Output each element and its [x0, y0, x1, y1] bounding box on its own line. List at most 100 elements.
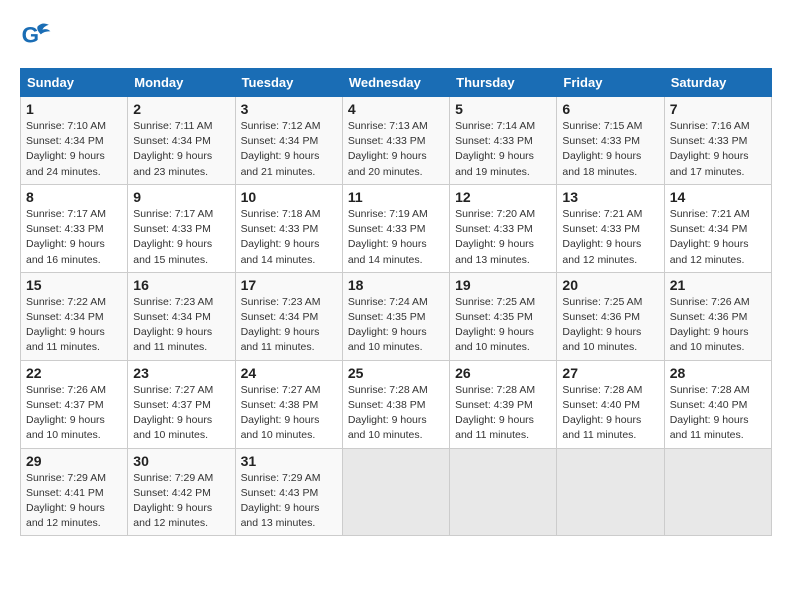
header-saturday: Saturday — [664, 69, 771, 97]
svg-text:G: G — [22, 22, 39, 47]
day-cell-30: 30Sunrise: 7:29 AM Sunset: 4:42 PM Dayli… — [128, 448, 235, 536]
day-cell-31: 31 Sunrise: 7:29 AM Sunset: 4:43 PM Dayli… — [235, 448, 342, 536]
day-cell-6: 6Sunrise: 7:15 AM Sunset: 4:33 PM Daylig… — [557, 97, 664, 185]
empty-cell — [450, 448, 557, 536]
header-monday: Monday — [128, 69, 235, 97]
day-info: Sunrise: 7:16 AM Sunset: 4:33 PM Dayligh… — [670, 119, 766, 180]
day-number: 10 — [241, 189, 337, 205]
day-cell-21: 21 Sunrise: 7:26 AM Sunset: 4:36 PM Dayli… — [664, 272, 771, 360]
empty-cell — [342, 448, 449, 536]
week-row-5: 29 Sunrise: 7:29 AM Sunset: 4:41 PM Dayli… — [21, 448, 772, 536]
day-cell-12: 12 Sunrise: 7:20 AM Sunset: 4:33 PM Dayli… — [450, 184, 557, 272]
day-info: Sunrise: 7:12 AM Sunset: 4:34 PM Dayligh… — [241, 119, 337, 180]
day-cell-7: 7 Sunrise: 7:16 AM Sunset: 4:33 PM Daylig… — [664, 97, 771, 185]
day-number: 19 — [455, 277, 551, 293]
day-number: 28 — [670, 365, 766, 381]
day-cell-15: 15Sunrise: 7:22 AM Sunset: 4:34 PM Dayli… — [21, 272, 128, 360]
day-cell-26: 26 Sunrise: 7:28 AM Sunset: 4:39 PM Dayli… — [450, 360, 557, 448]
day-cell-23: 23Sunrise: 7:27 AM Sunset: 4:37 PM Dayli… — [128, 360, 235, 448]
day-cell-24: 24 Sunrise: 7:27 AM Sunset: 4:38 PM Dayli… — [235, 360, 342, 448]
day-info: Sunrise: 7:21 AM Sunset: 4:34 PM Dayligh… — [670, 207, 766, 268]
day-cell-16: 16 Sunrise: 7:23 AM Sunset: 4:34 PM Dayli… — [128, 272, 235, 360]
day-number: 20 — [562, 277, 658, 293]
day-cell-18: 18Sunrise: 7:24 AM Sunset: 4:35 PM Dayli… — [342, 272, 449, 360]
day-info: Sunrise: 7:20 AM Sunset: 4:33 PM Dayligh… — [455, 207, 551, 268]
day-info: Sunrise: 7:22 AM Sunset: 4:34 PM Dayligh… — [26, 295, 122, 356]
day-cell-28: 28 Sunrise: 7:28 AM Sunset: 4:40 PM Dayli… — [664, 360, 771, 448]
week-row-3: 15Sunrise: 7:22 AM Sunset: 4:34 PM Dayli… — [21, 272, 772, 360]
day-number: 3 — [241, 101, 337, 117]
day-info: Sunrise: 7:27 AM Sunset: 4:37 PM Dayligh… — [133, 383, 229, 444]
day-cell-27: 27 Sunrise: 7:28 AM Sunset: 4:40 PM Dayli… — [557, 360, 664, 448]
day-number: 11 — [348, 189, 444, 205]
day-cell-29: 29 Sunrise: 7:29 AM Sunset: 4:41 PM Dayli… — [21, 448, 128, 536]
day-info: Sunrise: 7:17 AM Sunset: 4:33 PM Dayligh… — [133, 207, 229, 268]
day-info: Sunrise: 7:23 AM Sunset: 4:34 PM Dayligh… — [241, 295, 337, 356]
day-number: 22 — [26, 365, 122, 381]
day-cell-9: 9Sunrise: 7:17 AM Sunset: 4:33 PM Daylig… — [128, 184, 235, 272]
day-info: Sunrise: 7:17 AM Sunset: 4:33 PM Dayligh… — [26, 207, 122, 268]
day-cell-14: 14 Sunrise: 7:21 AM Sunset: 4:34 PM Dayli… — [664, 184, 771, 272]
day-info: Sunrise: 7:29 AM Sunset: 4:42 PM Dayligh… — [133, 471, 229, 532]
day-info: Sunrise: 7:21 AM Sunset: 4:33 PM Dayligh… — [562, 207, 658, 268]
day-number: 16 — [133, 277, 229, 293]
day-info: Sunrise: 7:28 AM Sunset: 4:38 PM Dayligh… — [348, 383, 444, 444]
day-info: Sunrise: 7:25 AM Sunset: 4:35 PM Dayligh… — [455, 295, 551, 356]
header-thursday: Thursday — [450, 69, 557, 97]
day-info: Sunrise: 7:25 AM Sunset: 4:36 PM Dayligh… — [562, 295, 658, 356]
day-number: 1 — [26, 101, 122, 117]
day-cell-8: 8Sunrise: 7:17 AM Sunset: 4:33 PM Daylig… — [21, 184, 128, 272]
day-number: 5 — [455, 101, 551, 117]
day-info: Sunrise: 7:23 AM Sunset: 4:34 PM Dayligh… — [133, 295, 229, 356]
header-row: SundayMondayTuesdayWednesdayThursdayFrid… — [21, 69, 772, 97]
page-header: G — [20, 20, 772, 52]
day-info: Sunrise: 7:28 AM Sunset: 4:40 PM Dayligh… — [670, 383, 766, 444]
day-info: Sunrise: 7:28 AM Sunset: 4:39 PM Dayligh… — [455, 383, 551, 444]
day-cell-19: 19 Sunrise: 7:25 AM Sunset: 4:35 PM Dayli… — [450, 272, 557, 360]
day-number: 2 — [133, 101, 229, 117]
day-info: Sunrise: 7:15 AM Sunset: 4:33 PM Dayligh… — [562, 119, 658, 180]
day-info: Sunrise: 7:26 AM Sunset: 4:36 PM Dayligh… — [670, 295, 766, 356]
day-info: Sunrise: 7:28 AM Sunset: 4:40 PM Dayligh… — [562, 383, 658, 444]
day-number: 7 — [670, 101, 766, 117]
day-number: 31 — [241, 453, 337, 469]
day-number: 26 — [455, 365, 551, 381]
calendar-table: SundayMondayTuesdayWednesdayThursdayFrid… — [20, 68, 772, 536]
day-cell-17: 17Sunrise: 7:23 AM Sunset: 4:34 PM Dayli… — [235, 272, 342, 360]
empty-cell — [557, 448, 664, 536]
day-cell-13: 13 Sunrise: 7:21 AM Sunset: 4:33 PM Dayli… — [557, 184, 664, 272]
day-cell-5: 5Sunrise: 7:14 AM Sunset: 4:33 PM Daylig… — [450, 97, 557, 185]
week-row-1: 1 Sunrise: 7:10 AM Sunset: 4:34 PM Daylig… — [21, 97, 772, 185]
day-cell-22: 22 Sunrise: 7:26 AM Sunset: 4:37 PM Dayli… — [21, 360, 128, 448]
day-cell-11: 11Sunrise: 7:19 AM Sunset: 4:33 PM Dayli… — [342, 184, 449, 272]
day-info: Sunrise: 7:26 AM Sunset: 4:37 PM Dayligh… — [26, 383, 122, 444]
day-info: Sunrise: 7:11 AM Sunset: 4:34 PM Dayligh… — [133, 119, 229, 180]
header-tuesday: Tuesday — [235, 69, 342, 97]
header-sunday: Sunday — [21, 69, 128, 97]
empty-cell — [664, 448, 771, 536]
day-cell-4: 4 Sunrise: 7:13 AM Sunset: 4:33 PM Daylig… — [342, 97, 449, 185]
day-info: Sunrise: 7:29 AM Sunset: 4:43 PM Dayligh… — [241, 471, 337, 532]
week-row-2: 8Sunrise: 7:17 AM Sunset: 4:33 PM Daylig… — [21, 184, 772, 272]
logo-icon: G — [20, 20, 52, 52]
day-number: 27 — [562, 365, 658, 381]
day-cell-10: 10 Sunrise: 7:18 AM Sunset: 4:33 PM Dayli… — [235, 184, 342, 272]
week-row-4: 22 Sunrise: 7:26 AM Sunset: 4:37 PM Dayli… — [21, 360, 772, 448]
day-cell-3: 3 Sunrise: 7:12 AM Sunset: 4:34 PM Daylig… — [235, 97, 342, 185]
day-info: Sunrise: 7:13 AM Sunset: 4:33 PM Dayligh… — [348, 119, 444, 180]
day-cell-25: 25Sunrise: 7:28 AM Sunset: 4:38 PM Dayli… — [342, 360, 449, 448]
day-number: 18 — [348, 277, 444, 293]
day-number: 24 — [241, 365, 337, 381]
day-info: Sunrise: 7:10 AM Sunset: 4:34 PM Dayligh… — [26, 119, 122, 180]
day-number: 14 — [670, 189, 766, 205]
day-number: 4 — [348, 101, 444, 117]
day-number: 21 — [670, 277, 766, 293]
day-number: 29 — [26, 453, 122, 469]
day-info: Sunrise: 7:18 AM Sunset: 4:33 PM Dayligh… — [241, 207, 337, 268]
day-info: Sunrise: 7:27 AM Sunset: 4:38 PM Dayligh… — [241, 383, 337, 444]
day-info: Sunrise: 7:29 AM Sunset: 4:41 PM Dayligh… — [26, 471, 122, 532]
header-friday: Friday — [557, 69, 664, 97]
day-number: 13 — [562, 189, 658, 205]
day-number: 12 — [455, 189, 551, 205]
day-cell-20: 20 Sunrise: 7:25 AM Sunset: 4:36 PM Dayli… — [557, 272, 664, 360]
